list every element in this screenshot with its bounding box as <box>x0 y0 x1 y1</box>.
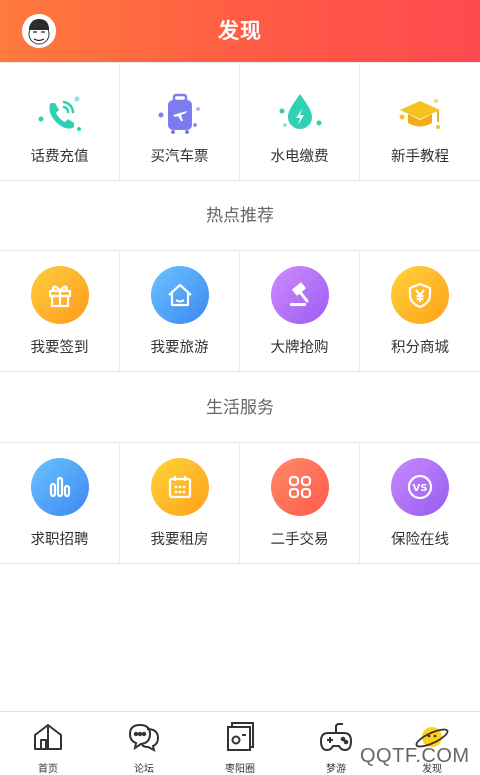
vs-badge-icon: VS <box>391 458 449 516</box>
quick-action-bus-ticket[interactable]: 买汽车票 <box>120 63 240 180</box>
quick-action-recharge[interactable]: 话费充值 <box>0 63 120 180</box>
item-travel[interactable]: 我要旅游 <box>120 252 240 371</box>
quick-action-label: 话费充值 <box>30 149 89 165</box>
gamepad-icon <box>318 720 354 754</box>
section-title-life: 生活服务 <box>0 373 480 443</box>
item-label: 我要签到 <box>30 340 89 356</box>
item-label: 积分商城 <box>391 340 449 356</box>
quick-action-grid: 话费充值 买汽车票 水电缴费 新手教程 <box>0 62 480 181</box>
luggage-icon <box>151 85 209 143</box>
top-header: 发现 <box>0 0 480 62</box>
item-jobs[interactable]: 求职招聘 <box>0 444 120 563</box>
quick-action-label: 新手教程 <box>391 149 449 165</box>
gift-icon <box>31 266 89 324</box>
page-title: 发现 <box>218 19 262 43</box>
phone-icon <box>31 85 89 143</box>
tab-forum[interactable]: 论坛 <box>96 712 192 775</box>
water-drop-icon <box>271 85 329 143</box>
apps-grid-icon <box>271 458 329 516</box>
quick-action-utilities[interactable]: 水电缴费 <box>240 63 360 180</box>
item-label: 大牌抢购 <box>270 340 329 356</box>
item-label: 求职招聘 <box>30 532 89 548</box>
life-service-grid: 求职招聘 我要租房 二手交易 VS 保险在线 <box>0 444 480 564</box>
item-second-hand[interactable]: 二手交易 <box>240 444 360 563</box>
quick-action-label: 水电缴费 <box>270 149 329 165</box>
house-icon <box>151 266 209 324</box>
tab-home[interactable]: 首页 <box>0 712 96 775</box>
home-icon <box>30 720 66 754</box>
quick-action-tutorial[interactable]: 新手教程 <box>360 63 480 180</box>
hot-recommend-grid: 我要签到 我要旅游 大牌抢购 积分商城 <box>0 252 480 372</box>
item-label: 二手交易 <box>270 532 329 548</box>
item-label: 我要旅游 <box>150 340 209 356</box>
item-check-in[interactable]: 我要签到 <box>0 252 120 371</box>
item-rent[interactable]: 我要租房 <box>120 444 240 563</box>
graduation-cap-icon <box>391 85 449 143</box>
calendar-icon <box>151 458 209 516</box>
item-insurance[interactable]: VS 保险在线 <box>360 444 480 563</box>
quick-action-label: 买汽车票 <box>150 149 209 165</box>
item-brand-sale[interactable]: 大牌抢购 <box>240 252 360 371</box>
chat-bubbles-icon <box>126 720 162 754</box>
section-title-hot: 热点推荐 <box>0 181 480 251</box>
svg-text:VS: VS <box>413 483 428 494</box>
auction-hammer-icon <box>271 266 329 324</box>
tab-zaoyang-circle[interactable]: 枣阳圈 <box>192 712 288 775</box>
item-label: 保险在线 <box>391 532 449 548</box>
yuan-shield-icon <box>391 266 449 324</box>
watermark-text: QQTF.COM <box>360 745 470 767</box>
bar-chart-icon <box>31 458 89 516</box>
circle-frame-icon <box>222 720 258 754</box>
item-points-mall[interactable]: 积分商城 <box>360 252 480 371</box>
item-label: 我要租房 <box>150 532 209 548</box>
